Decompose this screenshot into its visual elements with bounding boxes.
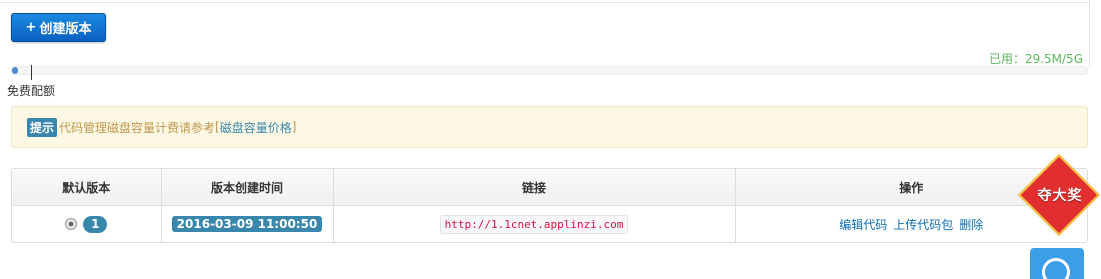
default-version-radio[interactable] bbox=[65, 218, 78, 230]
right-divider bbox=[1089, 0, 1090, 66]
upload-package-link[interactable]: 上传代码包 bbox=[893, 218, 953, 232]
quota-progress-fill bbox=[12, 67, 19, 74]
edit-code-link[interactable]: 编辑代码 bbox=[839, 218, 887, 232]
created-time-cell: 2016-03-09 11:00:50 bbox=[161, 205, 334, 242]
version-badge: 1 bbox=[83, 215, 108, 233]
disk-pricing-link[interactable]: 磁盘容量价格 bbox=[220, 119, 292, 136]
notice-text: 代码管理磁盘容量计费请参考 bbox=[59, 120, 216, 135]
default-version-cell: 1 bbox=[12, 205, 162, 242]
create-version-label: 创建版本 bbox=[39, 22, 92, 37]
plus-icon: + bbox=[25, 20, 37, 35]
header-default-version: 默认版本 bbox=[12, 169, 162, 206]
notice-bracket-close: ] bbox=[291, 120, 297, 134]
promo-badge[interactable]: 夺大奖 bbox=[1017, 153, 1101, 238]
notice-badge: 提示 bbox=[27, 117, 58, 137]
app-url[interactable]: http://1.1cnet.applinzi.com bbox=[439, 214, 629, 234]
top-divider bbox=[0, 2, 1090, 3]
support-widget[interactable] bbox=[1030, 248, 1084, 279]
free-quota-marker bbox=[31, 65, 32, 80]
create-version-button[interactable]: + 创建版本 bbox=[11, 13, 106, 42]
header-link: 链接 bbox=[333, 169, 736, 206]
created-time-badge: 2016-03-09 11:00:50 bbox=[171, 216, 323, 232]
delete-link[interactable]: 删除 bbox=[959, 218, 983, 232]
versions-table: 默认版本 版本创建时间 链接 操作 1 2016-03-09 11:00:50 … bbox=[11, 168, 1088, 243]
header-created-time: 版本创建时间 bbox=[161, 169, 334, 206]
promo-label: 夺大奖 bbox=[1037, 188, 1083, 204]
table-row: 1 2016-03-09 11:00:50 http://1.1cnet.app… bbox=[12, 205, 1087, 242]
table-header-row: 默认版本 版本创建时间 链接 操作 bbox=[12, 169, 1087, 206]
free-quota-label: 免费配额 bbox=[7, 84, 56, 98]
billing-notice: 提示 代码管理磁盘容量计费请参考 [ 磁盘容量价格 ] bbox=[11, 106, 1088, 148]
headset-icon bbox=[1042, 258, 1070, 279]
quota-progress-bar bbox=[11, 66, 1088, 75]
disk-usage-text: 已用：29.5M/5G bbox=[988, 52, 1083, 66]
link-cell: http://1.1cnet.applinzi.com bbox=[333, 205, 736, 242]
